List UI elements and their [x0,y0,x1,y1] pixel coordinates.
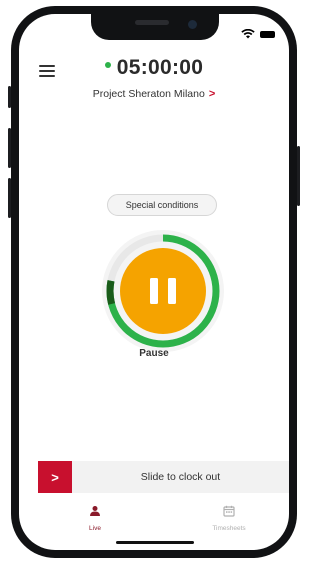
home-indicator [116,541,194,544]
slider-handle[interactable]: > [38,461,72,493]
power-button [297,146,300,206]
silent-switch [8,86,11,108]
calendar-icon [223,505,235,517]
pause-label: Pause [139,348,169,359]
project-link[interactable]: Project Sheraton Milano > [19,88,289,100]
notch [91,14,219,40]
front-camera [188,20,197,29]
special-conditions-button[interactable]: Special conditions [107,194,217,216]
clock-out-slider[interactable]: > Slide to clock out [38,461,289,493]
battery-icon [260,30,275,38]
volume-down-button [8,178,11,218]
chevron-right-icon: > [208,88,216,100]
status-bar [241,29,275,39]
pause-button-circle [120,248,206,334]
slider-label: Slide to clock out [140,471,221,483]
tab-timesheets-label: Timesheets [212,525,246,532]
wifi-icon [241,29,255,39]
volume-up-button [8,128,11,168]
tab-bar: Live Timesheets [19,496,289,536]
tab-live-label: Live [89,525,101,532]
app-screen: 05:00:00 Project Sheraton Milano > Specia… [19,14,289,550]
project-name: Project Sheraton Milano [92,88,205,100]
tab-timesheets[interactable]: Timesheets [189,504,269,532]
pause-button[interactable] [119,247,207,335]
tab-live[interactable]: Live [55,504,135,532]
timer-value: 05:00:00 [116,56,204,79]
person-icon [90,506,100,516]
status-dot [104,62,111,69]
timer-display: 05:00:00 [19,56,289,80]
speaker-grille [135,20,169,25]
